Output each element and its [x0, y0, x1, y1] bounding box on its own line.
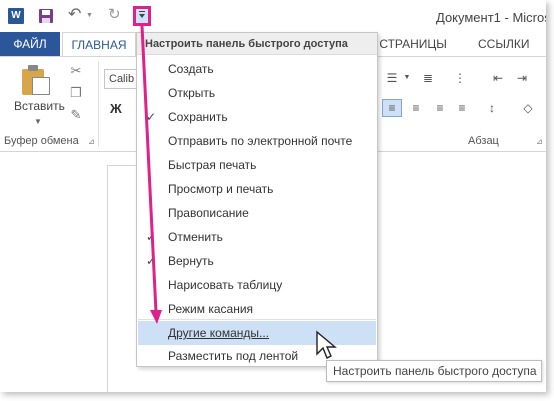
menu-item-more-commands[interactable]: Другие команды...	[138, 321, 376, 345]
tab-references[interactable]: ССЫЛКИ	[478, 32, 529, 56]
menu-item-label: Создать	[168, 62, 214, 76]
checkmark-icon: ✓	[146, 254, 157, 268]
numbering-icon[interactable]: ≣	[418, 69, 438, 87]
paragraph-launcher-icon[interactable]: ⊿	[536, 137, 543, 146]
tab-home[interactable]: ГЛАВНАЯ	[62, 32, 136, 56]
paragraph-group-label: Абзац	[468, 135, 499, 147]
menu-item-label: Правописание	[168, 206, 249, 220]
customize-bar-icon	[139, 11, 145, 12]
align-right-icon[interactable]: ≡	[430, 99, 450, 117]
bullets-icon[interactable]: ☰	[382, 69, 402, 87]
menu-divider	[138, 319, 376, 320]
menu-item-label: Другие команды...	[168, 326, 269, 340]
paste-button[interactable]: Вставить	[14, 99, 65, 113]
word-window: W ↶ ▼ ↻ Документ1 - Micros ФАЙЛ ГЛАВНАЯ …	[0, 0, 546, 392]
increase-indent-icon[interactable]: ⇥	[512, 69, 532, 87]
decrease-indent-icon[interactable]: ⇤	[488, 69, 508, 87]
menu-item[interactable]: Правописание	[138, 201, 376, 225]
menu-item-label: Отправить по электронной почте	[168, 134, 353, 148]
menu-item-label: Отменить	[168, 230, 223, 244]
title-bar: W ↶ ▼ ↻ Документ1 - Micros	[0, 0, 546, 32]
multilevel-list-icon[interactable]: ⋮	[450, 69, 470, 87]
window-title: Документ1 - Micros	[436, 10, 546, 25]
cut-icon[interactable]: ✂	[68, 63, 84, 79]
font-name-field[interactable]: Calib	[104, 69, 138, 89]
mouse-cursor-icon	[316, 330, 337, 359]
undo-dropdown-arrow-icon[interactable]: ▼	[86, 8, 94, 24]
menu-item-label: Вернуть	[168, 254, 214, 268]
menu-item[interactable]: Создать	[138, 57, 376, 81]
menu-item-label: Быстрая печать	[168, 158, 257, 172]
menu-item[interactable]: Открыть	[138, 81, 376, 105]
justify-icon[interactable]: ≡	[452, 99, 472, 117]
menu-item[interactable]: ✓ Вернуть	[138, 249, 376, 273]
line-spacing-icon[interactable]: ↕	[482, 99, 502, 117]
tab-file[interactable]: ФАЙЛ	[0, 32, 60, 56]
clipboard-group-label: Буфер обмена	[4, 135, 79, 147]
align-center-icon[interactable]: ≡	[406, 99, 426, 117]
menu-item[interactable]: Нарисовать таблицу	[138, 273, 376, 297]
save-icon[interactable]	[38, 8, 54, 24]
tab-page-layout[interactable]: А СТРАНИЦЫ	[368, 32, 447, 56]
menu-item-label: Режим касания	[168, 302, 254, 316]
bullets-dropdown-icon[interactable]: ▼	[402, 69, 412, 87]
menu-item[interactable]: Режим касания	[138, 297, 376, 321]
checkmark-icon: ✓	[146, 110, 157, 124]
menu-item[interactable]: ✓ Сохранить	[138, 105, 376, 129]
menu-item-label: Нарисовать таблицу	[168, 278, 283, 292]
checkmark-icon: ✓	[146, 230, 157, 244]
format-painter-icon[interactable]: ✎	[68, 107, 84, 123]
paste-icon[interactable]	[22, 65, 50, 95]
group-divider	[98, 61, 99, 147]
menu-item[interactable]: Просмотр и печать	[138, 177, 376, 201]
menu-item-label: Сохранить	[168, 110, 228, 124]
bold-button[interactable]: Ж	[110, 101, 122, 116]
menu-item-label: Просмотр и печать	[168, 182, 274, 196]
align-left-icon[interactable]: ≡	[382, 99, 402, 117]
copy-icon[interactable]: ❐	[68, 85, 84, 101]
paste-dropdown-icon[interactable]: ▼	[34, 117, 42, 126]
customize-qat-button[interactable]	[133, 6, 151, 26]
menu-item-label: Открыть	[168, 86, 216, 100]
undo-icon[interactable]: ↶	[68, 7, 84, 24]
redo-icon[interactable]: ↻	[108, 7, 124, 24]
customize-qat-menu: Настроить панель быстрого доступа Создат…	[136, 32, 378, 367]
menu-item[interactable]: Отправить по электронной почте	[138, 129, 376, 153]
menu-item[interactable]: ✓ Отменить	[138, 225, 376, 249]
shading-icon[interactable]: ◇	[518, 99, 538, 117]
menu-header: Настроить панель быстрого доступа	[137, 33, 377, 55]
tooltip: Настроить панель быстрого доступа	[326, 360, 542, 382]
menu-item-label: Разместить под лентой	[168, 349, 299, 363]
menu-item[interactable]: Быстрая печать	[138, 153, 376, 177]
dialog-launcher-icon[interactable]: ⊿	[88, 137, 95, 146]
chevron-down-icon	[139, 14, 145, 18]
word-app-icon[interactable]: W	[8, 8, 24, 24]
